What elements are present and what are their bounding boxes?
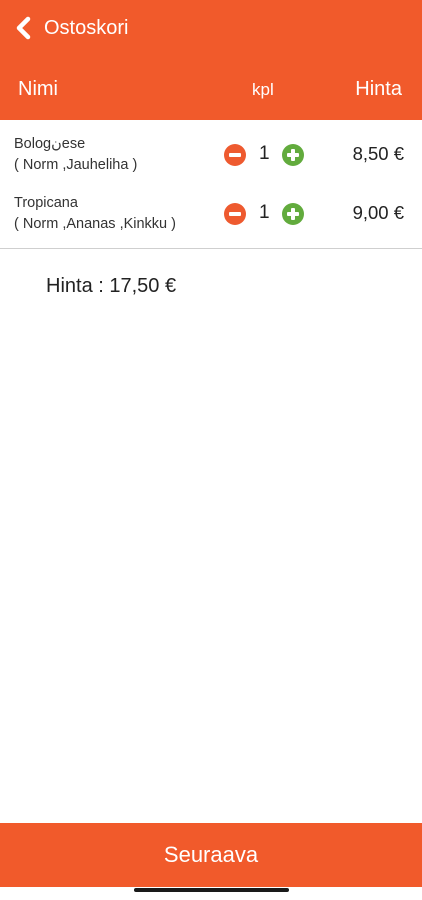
quantity-value: 1 xyxy=(259,202,270,223)
next-button[interactable]: Seuraava xyxy=(0,823,422,887)
app-header: Ostoskori Nimi kpl Hinta xyxy=(0,0,422,120)
chevron-left-icon xyxy=(14,16,34,40)
quantity-stepper: 1 xyxy=(224,143,306,168)
minus-circle-icon xyxy=(229,153,241,157)
increase-quantity-button[interactable] xyxy=(282,203,304,225)
minus-circle-icon xyxy=(229,212,241,216)
quantity-value: 1 xyxy=(259,143,270,164)
quantity-stepper: 1 xyxy=(224,202,306,227)
column-qty-header: kpl xyxy=(252,80,274,99)
list-divider xyxy=(0,248,422,249)
plus-circle-icon xyxy=(287,149,299,161)
item-price: 9,00 € xyxy=(352,202,404,223)
column-price-header: Hinta xyxy=(355,78,402,100)
item-options: ( Norm ,Jauheliha ) xyxy=(14,157,138,173)
cart-item-list: Bologنese ( Norm ,Jauheliha ) 1 8,50 € T… xyxy=(0,120,422,248)
plus-circle-icon xyxy=(287,208,299,220)
column-headers: Nimi kpl Hinta xyxy=(0,78,422,104)
decrease-quantity-button[interactable] xyxy=(224,203,246,225)
item-price: 8,50 € xyxy=(352,143,404,164)
item-options: ( Norm ,Ananas ,Kinkku ) xyxy=(14,216,176,232)
page-title: Ostoskori xyxy=(44,16,129,39)
decrease-quantity-button[interactable] xyxy=(224,144,246,166)
home-indicator xyxy=(134,888,289,892)
item-name: Tropicana xyxy=(14,195,78,211)
increase-quantity-button[interactable] xyxy=(282,144,304,166)
total-price: Hinta : 17,50 € xyxy=(46,275,177,297)
cart-item-row: Tropicana ( Norm ,Ananas ,Kinkku ) 1 9,0… xyxy=(0,194,422,252)
cart-screen: Ostoskori Nimi kpl Hinta Bologنese ( Nor… xyxy=(0,0,422,900)
cart-item-row: Bologنese ( Norm ,Jauheliha ) 1 8,50 € xyxy=(0,135,422,193)
back-button[interactable]: Ostoskori xyxy=(14,12,128,44)
column-name-header: Nimi xyxy=(18,78,58,100)
item-name: Bologنese xyxy=(14,136,86,152)
